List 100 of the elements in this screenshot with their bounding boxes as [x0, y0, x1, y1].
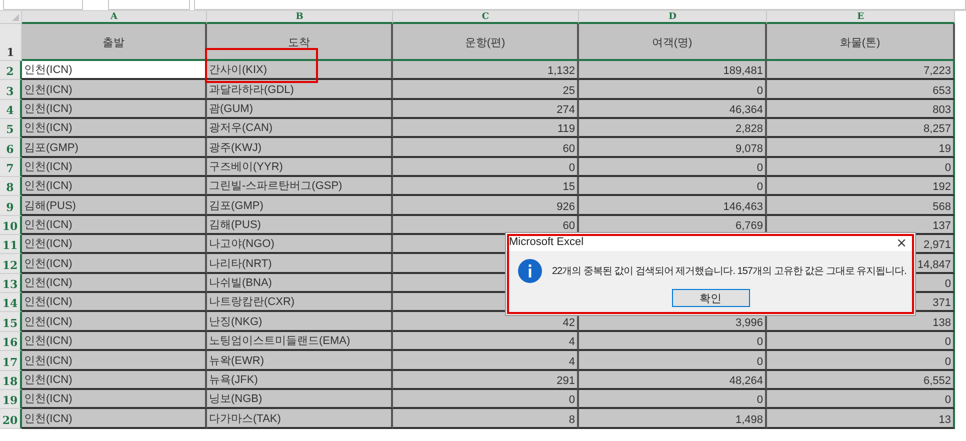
table-cell[interactable]: 1,132 [393, 61, 579, 80]
table-cell[interactable]: 뉴왁(EWR) [207, 351, 393, 370]
table-cell[interactable]: 13 [767, 409, 955, 429]
table-cell[interactable]: 42 [393, 312, 579, 332]
table-cell[interactable]: 나리타(NRT) [207, 254, 393, 274]
table-cell[interactable]: 119 [393, 119, 579, 138]
table-cell[interactable]: 나트랑캄란(CXR) [207, 293, 393, 312]
row-number[interactable]: 17 [0, 351, 22, 370]
table-cell[interactable]: 김포(GMP) [207, 196, 393, 216]
table-cell[interactable]: 0 [579, 332, 767, 352]
table-cell[interactable]: 인천(ICN) [22, 409, 207, 429]
row-number[interactable]: 10 [0, 216, 22, 236]
table-cell[interactable]: 구즈베이(YYR) [207, 158, 393, 178]
table-cell[interactable]: 0 [767, 390, 955, 410]
table-cell[interactable]: 0 [579, 177, 767, 196]
table-cell[interactable]: 인천(ICN) [22, 100, 207, 120]
table-cell[interactable]: 189,481 [579, 61, 767, 80]
table-cell[interactable]: 0 [393, 390, 579, 410]
row-number[interactable]: 2 [0, 61, 22, 80]
row-number[interactable]: 18 [0, 370, 22, 390]
table-cell[interactable]: 9,078 [579, 138, 767, 158]
column-header[interactable]: D [579, 11, 767, 24]
table-cell[interactable]: 인천(ICN) [22, 158, 207, 178]
table-cell[interactable]: 274 [393, 100, 579, 120]
table-cell[interactable]: 노팅엄이스트미들랜드(EMA) [207, 332, 393, 352]
table-cell[interactable]: 653 [767, 80, 955, 100]
row-number[interactable]: 3 [0, 80, 22, 100]
table-cell[interactable]: 다가마스(TAK) [207, 409, 393, 429]
table-cell[interactable]: 과달라하라(GDL) [207, 80, 393, 100]
table-cell[interactable]: 60 [393, 138, 579, 158]
table-cell[interactable]: 난징(NKG) [207, 312, 393, 332]
table-cell[interactable]: 0 [767, 158, 955, 178]
row-number[interactable]: 20 [0, 409, 22, 429]
table-cell[interactable]: 김해(PUS) [207, 216, 393, 236]
table-cell[interactable]: 146,463 [579, 196, 767, 216]
ok-button[interactable]: 확인 [672, 289, 750, 307]
table-cell[interactable]: 뉴욕(JFK) [207, 370, 393, 390]
table-cell[interactable]: 인천(ICN) [22, 390, 207, 410]
table-cell[interactable]: 인천(ICN) [22, 216, 207, 236]
table-cell[interactable]: 광저우(CAN) [207, 119, 393, 138]
table-cell[interactable]: 광주(KWJ) [207, 138, 393, 158]
table-cell[interactable]: 0 [767, 332, 955, 352]
table-cell[interactable]: 25 [393, 80, 579, 100]
row-number[interactable]: 5 [0, 119, 22, 138]
table-cell[interactable]: 6,552 [767, 370, 955, 390]
row-number[interactable]: 8 [0, 177, 22, 196]
table-cell[interactable]: 0 [767, 351, 955, 370]
table-cell[interactable]: 나쉬빌(BNA) [207, 274, 393, 294]
row-number[interactable]: 11 [0, 235, 22, 254]
table-cell[interactable]: 46,364 [579, 100, 767, 120]
row-number[interactable]: 19 [0, 390, 22, 410]
table-cell[interactable]: 7,223 [767, 61, 955, 80]
table-cell[interactable]: 인천(ICN) [22, 293, 207, 312]
table-cell[interactable]: 인천(ICN) [22, 177, 207, 196]
table-cell[interactable]: 192 [767, 177, 955, 196]
table-cell[interactable]: 568 [767, 196, 955, 216]
row-number[interactable]: 13 [0, 274, 22, 294]
table-cell[interactable]: 인천(ICN) [22, 370, 207, 390]
table-cell[interactable]: 291 [393, 370, 579, 390]
row-number[interactable]: 7 [0, 158, 22, 178]
table-cell[interactable]: 인천(ICN) [22, 80, 207, 100]
table-cell[interactable]: 2,828 [579, 119, 767, 138]
table-cell[interactable]: 인천(ICN) [22, 351, 207, 370]
table-cell[interactable]: 괌(GUM) [207, 100, 393, 120]
table-cell[interactable]: 김포(GMP) [22, 138, 207, 158]
table-cell[interactable]: 김해(PUS) [22, 196, 207, 216]
table-cell[interactable]: 8,257 [767, 119, 955, 138]
row-number[interactable]: 1 [0, 24, 22, 61]
column-header[interactable]: E [767, 11, 955, 24]
table-cell[interactable]: 0 [579, 158, 767, 178]
table-cell[interactable]: 인천(ICN) [22, 119, 207, 138]
table-cell[interactable]: 8 [393, 409, 579, 429]
table-cell[interactable]: 19 [767, 138, 955, 158]
table-cell[interactable]: 간사이(KIX) [207, 61, 393, 80]
table-cell[interactable]: 닝보(NGB) [207, 390, 393, 410]
table-cell[interactable]: 나고야(NGO) [207, 235, 393, 254]
row-number[interactable]: 6 [0, 138, 22, 158]
table-cell[interactable]: 인천(ICN) [22, 235, 207, 254]
table-cell[interactable]: 인천(ICN) [22, 332, 207, 352]
column-header[interactable]: B [207, 11, 393, 24]
row-number[interactable]: 4 [0, 100, 22, 120]
table-cell[interactable]: 1,498 [579, 409, 767, 429]
table-cell[interactable]: 4 [393, 351, 579, 370]
column-header[interactable]: C [393, 11, 579, 24]
row-number[interactable]: 14 [0, 293, 22, 312]
table-cell[interactable]: 0 [393, 158, 579, 178]
table-cell[interactable]: 인천(ICN) [22, 274, 207, 294]
table-cell[interactable]: 인천(ICN) [22, 254, 207, 274]
table-cell[interactable]: 인천(ICN) [22, 312, 207, 332]
table-cell[interactable]: 15 [393, 177, 579, 196]
table-cell[interactable]: 4 [393, 332, 579, 352]
row-number[interactable]: 15 [0, 312, 22, 332]
table-cell[interactable]: 803 [767, 100, 955, 120]
column-header[interactable]: A [22, 11, 207, 24]
row-number[interactable]: 9 [0, 196, 22, 216]
row-number[interactable]: 12 [0, 254, 22, 274]
row-number[interactable]: 16 [0, 332, 22, 352]
close-button[interactable]: × [894, 238, 909, 250]
table-cell[interactable]: 48,264 [579, 370, 767, 390]
table-cell[interactable]: 926 [393, 196, 579, 216]
